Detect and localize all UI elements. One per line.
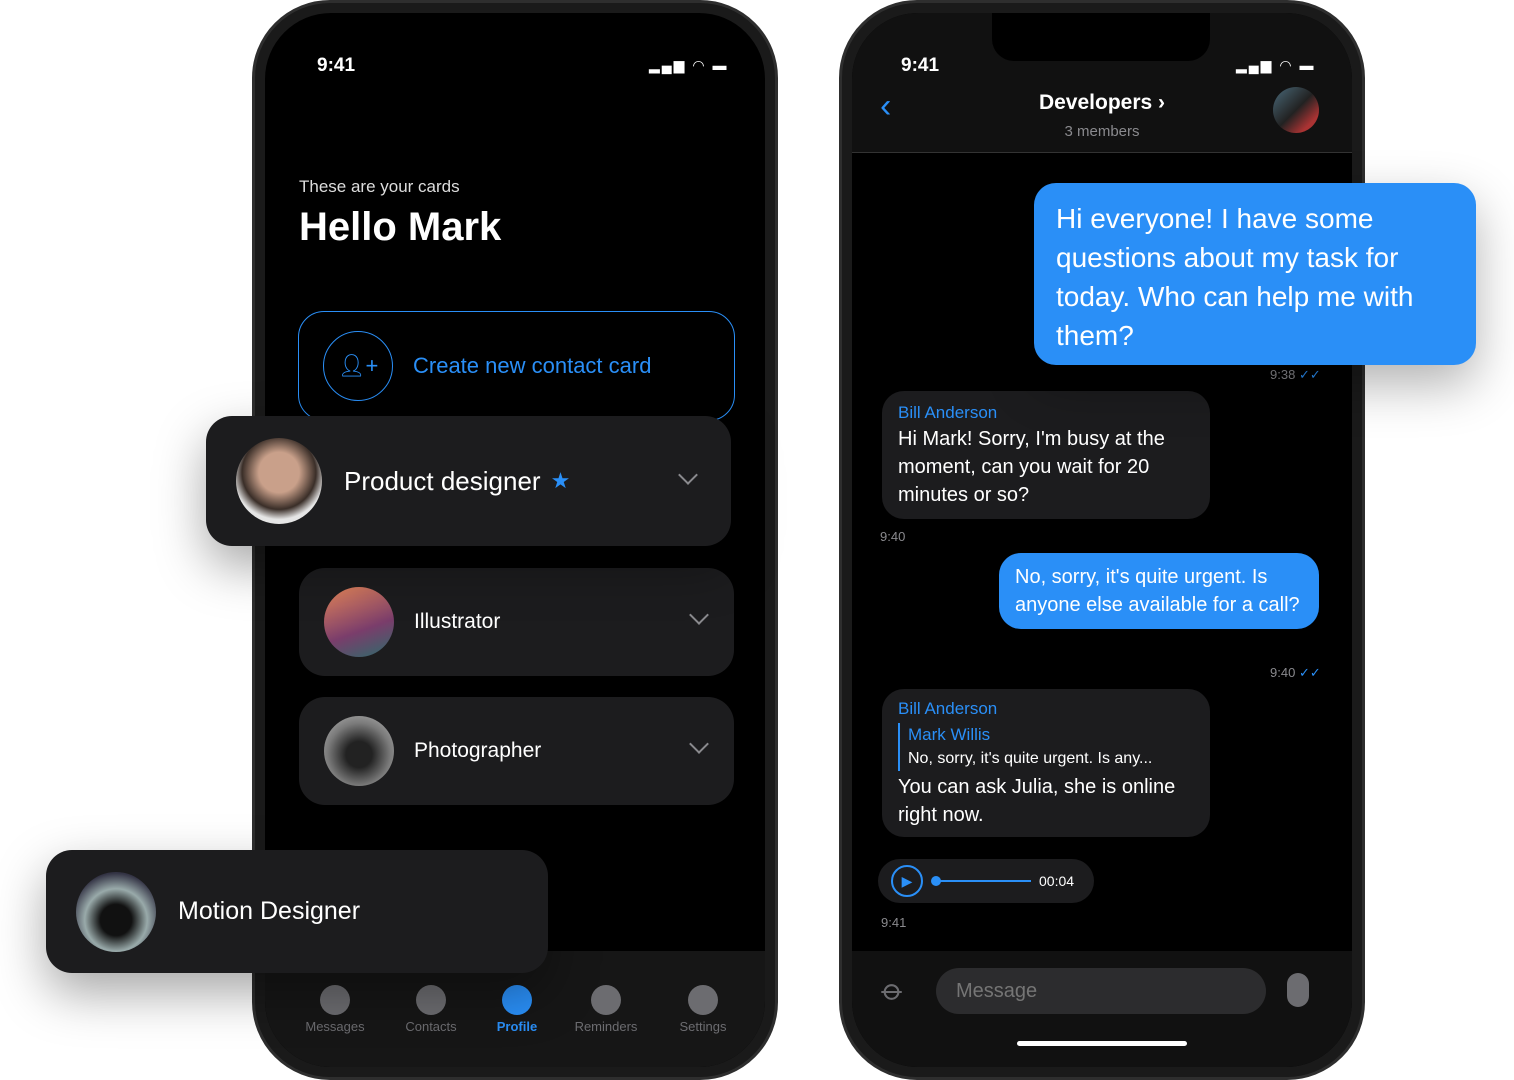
- card-label: Photographer: [414, 739, 542, 762]
- status-time: 9:41: [901, 55, 940, 76]
- gear-icon: [688, 985, 718, 1015]
- avatar: [324, 587, 394, 657]
- create-card-button[interactable]: 👤︎+ Create new contact card: [298, 311, 735, 421]
- card-motion-designer[interactable]: Motion Designer: [46, 850, 548, 973]
- double-check-icon: ✓✓: [1298, 665, 1321, 680]
- tab-label: Reminders: [574, 1019, 638, 1034]
- tab-contacts[interactable]: Contacts: [386, 985, 476, 1034]
- message-time: 9:40: [880, 529, 906, 544]
- card-photographer[interactable]: Photographer: [299, 697, 734, 805]
- double-check-icon: ✓✓: [1298, 367, 1321, 382]
- chat-title-text: Developers: [1038, 91, 1153, 114]
- card-label: Motion Designer: [178, 897, 361, 925]
- right-screen: 9:41 ▂▄▆ ◠ ▬ ‹ Developers › 3 members 9:…: [852, 13, 1352, 1067]
- message-outgoing: No, sorry, it's quite urgent. Is anyone …: [999, 553, 1319, 629]
- tab-settings[interactable]: Settings: [658, 985, 748, 1034]
- message-outgoing: Hi everyone! I have some questions about…: [1034, 183, 1476, 365]
- chat-title[interactable]: Developers ›: [992, 91, 1212, 115]
- message-time: 9:38 ✓✓: [1270, 367, 1321, 382]
- play-icon[interactable]: ▶: [891, 865, 923, 897]
- voice-progress[interactable]: [931, 876, 1031, 886]
- tab-label: Settings: [679, 1019, 727, 1034]
- voice-duration: 00:04: [1039, 873, 1075, 889]
- reply-quote[interactable]: Mark Willis No, sorry, it's quite urgent…: [898, 723, 1194, 771]
- chevron-right-icon: ›: [1158, 91, 1166, 114]
- status-icons: ▂▄▆ ◠ ▬: [649, 57, 729, 73]
- chevron-down-icon[interactable]: [689, 605, 709, 625]
- message-text: Hi Mark! Sorry, I'm busy at the moment, …: [898, 428, 1165, 506]
- tab-label: Profile: [496, 1019, 538, 1034]
- sender-name[interactable]: Bill Anderson: [898, 697, 1194, 721]
- microphone-icon[interactable]: [1287, 973, 1309, 1007]
- message-incoming: Bill Anderson Hi Mark! Sorry, I'm busy a…: [882, 391, 1210, 519]
- person-icon: [502, 985, 532, 1015]
- tab-label: Messages: [305, 1019, 365, 1034]
- home-indicator: [1017, 1041, 1187, 1046]
- card-illustrator[interactable]: Illustrator: [299, 568, 734, 676]
- bell-icon: [591, 985, 621, 1015]
- right-phone: 9:41 ▂▄▆ ◠ ▬ ‹ Developers › 3 members 9:…: [839, 0, 1365, 1080]
- tab-reminders[interactable]: Reminders: [561, 985, 651, 1034]
- avatar: [324, 716, 394, 786]
- notch: [992, 13, 1210, 61]
- status-time: 9:41: [317, 55, 356, 76]
- back-icon[interactable]: ‹: [880, 87, 891, 126]
- reply-text: No, sorry, it's quite urgent. Is any...: [908, 750, 1153, 767]
- message-incoming: Bill Anderson Mark Willis No, sorry, it'…: [882, 689, 1210, 837]
- tab-messages[interactable]: Messages: [290, 985, 380, 1034]
- chevron-down-icon[interactable]: [689, 734, 709, 754]
- tab-profile[interactable]: Profile: [472, 985, 562, 1034]
- card-label: Product designer: [344, 465, 541, 496]
- star-icon: ★: [550, 468, 571, 493]
- add-person-icon: 👤︎+: [323, 331, 393, 401]
- group-avatar[interactable]: [1273, 87, 1319, 133]
- chat-bubble-icon: [320, 985, 350, 1015]
- contacts-icon: [416, 985, 446, 1015]
- reply-name: Mark Willis: [908, 725, 991, 744]
- message-time: 9:41: [881, 915, 907, 930]
- page-title: Hello Mark: [299, 205, 502, 249]
- status-icons: ▂▄▆ ◠ ▬: [1236, 57, 1316, 73]
- card-label: Illustrator: [414, 610, 501, 633]
- message-input[interactable]: [936, 968, 1266, 1014]
- sender-name[interactable]: Bill Anderson: [898, 401, 1194, 425]
- chevron-down-icon[interactable]: [678, 465, 698, 485]
- create-card-label: Create new contact card: [413, 353, 652, 378]
- avatar: [236, 438, 322, 524]
- message-text: You can ask Julia, she is online right n…: [898, 776, 1176, 826]
- chat-subtitle: 3 members: [1064, 123, 1140, 140]
- tab-label: Contacts: [405, 1019, 457, 1034]
- avatar: [76, 871, 156, 952]
- subtitle: These are your cards: [299, 177, 460, 196]
- message-time: 9:40 ✓✓: [1270, 665, 1321, 680]
- voice-message: ▶ 00:04: [878, 859, 1094, 903]
- card-product-designer[interactable]: Product designer ★: [206, 416, 731, 546]
